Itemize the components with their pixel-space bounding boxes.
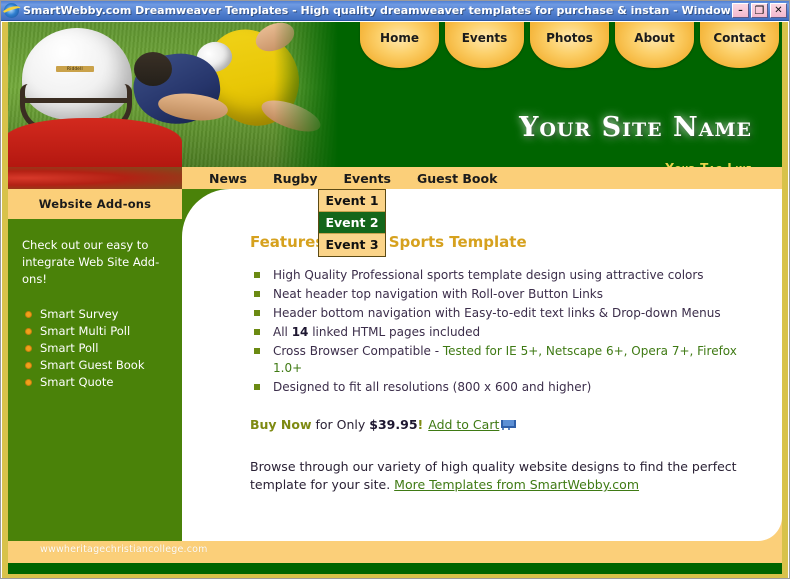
sidebar-item-smart-guest-book[interactable]: Smart Guest Book bbox=[22, 357, 168, 373]
page-viewport: Riddell Home Events Photos About Contact… bbox=[2, 22, 788, 578]
sub-navigation-bar: News Rugby Events Guest Book bbox=[8, 167, 782, 189]
footer-watermark: wwwheritagechristiancollege.com bbox=[40, 544, 208, 555]
footer-orange-band: wwwheritagechristiancollege.com bbox=[8, 517, 782, 563]
page-body: Website Add-ons Check out our easy to in… bbox=[8, 189, 782, 541]
dropdown-item-event-3[interactable]: Event 3 bbox=[319, 234, 385, 256]
website-frame: Riddell Home Events Photos About Contact… bbox=[2, 22, 788, 578]
subnav-left-spacer bbox=[8, 167, 182, 189]
feature-item-1: High Quality Professional sports templat… bbox=[250, 267, 748, 284]
sidebar-item-smart-survey[interactable]: Smart Survey bbox=[22, 306, 168, 322]
sidebar-item-smart-poll[interactable]: Smart Poll bbox=[22, 340, 168, 356]
feature-item-6: Designed to fit all resolutions (800 x 6… bbox=[250, 379, 748, 396]
subnav-item-rugby[interactable]: Rugby bbox=[273, 171, 318, 186]
browse-paragraph: Browse through our variety of high quali… bbox=[250, 458, 750, 494]
events-dropdown-menu: Event 1 Event 2 Event 3 bbox=[318, 189, 386, 257]
minimize-button[interactable]: – bbox=[732, 3, 749, 18]
copyright-text: Copyright © www.yoursitename.com. All Ri… bbox=[135, 572, 654, 575]
features-list: High Quality Professional sports templat… bbox=[250, 267, 748, 395]
sidebar-item-smart-quote[interactable]: Smart Quote bbox=[22, 374, 168, 390]
minimize-icon: – bbox=[738, 6, 743, 16]
close-icon: ✕ bbox=[774, 4, 783, 16]
nav-tab-contact-label: Contact bbox=[713, 31, 766, 45]
dropdown-item-event-1[interactable]: Event 1 bbox=[319, 190, 385, 212]
dropdown-item-event-2[interactable]: Event 2 bbox=[319, 212, 385, 234]
nav-tab-about[interactable]: About bbox=[615, 22, 694, 68]
browser-window: SmartWebby.com Dreamweaver Templates - H… bbox=[0, 0, 790, 579]
maximize-icon: ❐ bbox=[754, 4, 765, 17]
nav-tab-home-label: Home bbox=[380, 31, 419, 45]
sidebar-header-label: Website Add-ons bbox=[38, 197, 152, 211]
subnav-item-events[interactable]: Events bbox=[344, 171, 391, 186]
feature-item-2: Neat header top navigation with Roll-ove… bbox=[250, 286, 748, 303]
feature-item-4: All 14 linked HTML pages included bbox=[250, 324, 748, 341]
window-title: SmartWebby.com Dreamweaver Templates - H… bbox=[23, 3, 730, 17]
subnav-item-news[interactable]: News bbox=[209, 171, 247, 186]
maximize-button[interactable]: ❐ bbox=[751, 3, 768, 18]
nav-tab-events-label: Events bbox=[461, 31, 508, 45]
nav-tab-photos[interactable]: Photos bbox=[530, 22, 609, 68]
main-content: Features of this Sports Template High Qu… bbox=[182, 189, 782, 541]
sports-photo-banner: Riddell bbox=[8, 22, 338, 167]
sidebar-intro-text: Check out our easy to integrate Web Site… bbox=[22, 238, 160, 286]
close-button[interactable]: ✕ bbox=[770, 3, 787, 18]
sidebar-item-smart-multi-poll[interactable]: Smart Multi Poll bbox=[22, 323, 168, 339]
add-to-cart-link[interactable]: Add to Cart bbox=[428, 417, 499, 432]
footer-copyright-bar: Copyright © www.yoursitename.com. All Ri… bbox=[8, 563, 782, 574]
subnav-item-guest-book[interactable]: Guest Book bbox=[417, 171, 497, 186]
title-bar: SmartWebby.com Dreamweaver Templates - H… bbox=[1, 1, 789, 21]
feature-4-count: 14 bbox=[291, 325, 309, 339]
nav-tab-contact[interactable]: Contact bbox=[700, 22, 779, 68]
feature-item-5: Cross Browser Compatible - Tested for IE… bbox=[250, 343, 748, 376]
sidebar-header: Website Add-ons bbox=[8, 189, 182, 221]
more-templates-link[interactable]: More Templates from SmartWebby.com bbox=[394, 477, 639, 492]
nav-tab-events[interactable]: Events bbox=[445, 22, 524, 68]
buy-now-label: Buy Now bbox=[250, 417, 312, 432]
nav-tab-about-label: About bbox=[634, 31, 675, 45]
sidebar-link-list: Smart Survey Smart Multi Poll Smart Poll… bbox=[22, 306, 168, 390]
shopping-cart-icon[interactable] bbox=[500, 419, 517, 430]
buy-now-line: Buy Now for Only $39.95! Add to Cart bbox=[250, 417, 748, 432]
feature-5-prefix: Cross Browser Compatible - bbox=[273, 344, 443, 358]
price-exclamation: ! bbox=[417, 417, 424, 432]
site-header: Riddell Home Events Photos About Contact… bbox=[8, 22, 782, 167]
feature-item-3: Header bottom navigation with Easy-to-ed… bbox=[250, 305, 748, 322]
feature-4-prefix: All bbox=[273, 325, 292, 339]
buy-for-only-text: for Only bbox=[311, 417, 370, 432]
ie-logo-icon bbox=[1, 3, 22, 18]
price-value: $39.95 bbox=[369, 417, 418, 432]
nav-tab-home[interactable]: Home bbox=[360, 22, 439, 68]
nav-tab-photos-label: Photos bbox=[546, 31, 593, 45]
sidebar: Website Add-ons Check out our easy to in… bbox=[8, 189, 182, 541]
feature-4-suffix: linked HTML pages included bbox=[308, 325, 481, 339]
site-name-heading: Your Site Name bbox=[519, 112, 752, 143]
top-navigation: Home Events Photos About Contact bbox=[360, 22, 780, 72]
